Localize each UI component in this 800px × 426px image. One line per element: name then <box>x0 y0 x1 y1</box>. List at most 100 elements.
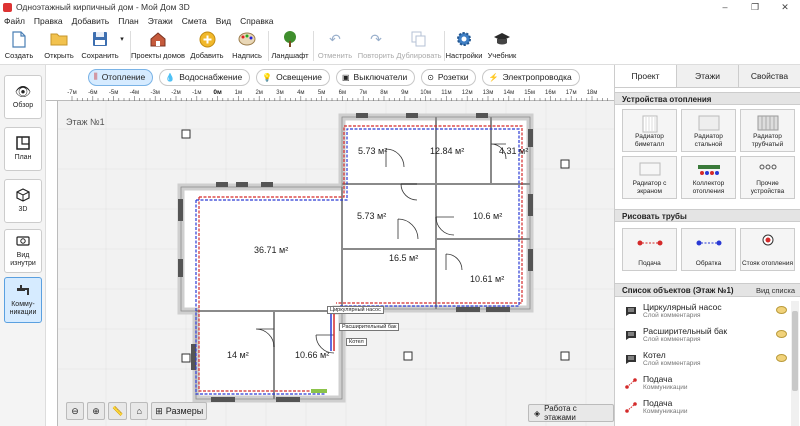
scrollbar-thumb[interactable] <box>792 311 798 391</box>
home-button[interactable]: ⌂ <box>130 402 149 420</box>
list-item[interactable]: Подача Коммуникации <box>619 373 789 395</box>
room-area-label: 10.66 м² <box>295 350 330 360</box>
tab-water-supply[interactable]: 💧 Водоснабжение <box>159 68 251 86</box>
title-bar: Одноэтажный кирпичный дом - Мой Дом 3D –… <box>0 0 800 14</box>
save-button[interactable]: Сохранить <box>80 27 120 65</box>
tab-project[interactable]: Проект <box>615 65 677 87</box>
save-dropdown[interactable]: ▾ <box>118 27 126 65</box>
tab-heating[interactable]: ⫼ Отопление <box>88 68 154 86</box>
plan-canvas[interactable]: -7м -6м -5м -4м -3м -2м -1м 0м 1м 2м 3м 4м 5м 6м 7м 8м 9… <box>46 89 614 426</box>
list-item[interactable]: Подача Коммуникации <box>619 397 789 419</box>
close-button[interactable]: ✕ <box>770 0 800 14</box>
ruler-button[interactable]: 📏 <box>108 402 128 420</box>
supply-pipe-icon <box>625 378 637 389</box>
landscape-button[interactable]: Ландшафт <box>271 27 309 65</box>
boiler-tag[interactable]: Котел <box>346 338 367 346</box>
create-button[interactable]: Создать <box>2 27 36 65</box>
pump-tag[interactable]: Циркулярный насос <box>327 306 384 314</box>
radiator-icon <box>757 115 779 133</box>
tutorial-button[interactable]: Учебник <box>486 27 518 65</box>
water-drop-icon: 💧 <box>165 72 176 82</box>
duplicate-button[interactable]: Дублировать <box>396 27 442 65</box>
menu-bar: Файл Правка Добавить План Этажи Смета Ви… <box>0 14 800 27</box>
zoom-in-button[interactable]: ⊕ <box>87 402 105 420</box>
visibility-eye-icon[interactable] <box>776 306 787 314</box>
radiator-screen-tile[interactable]: Радиатор с экраном <box>622 156 677 199</box>
tab-floors[interactable]: Этажи <box>677 65 739 87</box>
label-button[interactable]: Надпись <box>230 27 264 65</box>
return-pipe-tile[interactable]: Обратка <box>681 228 736 271</box>
tab-properties[interactable]: Свойства <box>739 65 800 87</box>
menu-file[interactable]: Файл <box>4 16 25 26</box>
menu-estimate[interactable]: Смета <box>182 16 207 26</box>
communications-button[interactable]: Комму-никации <box>4 277 42 323</box>
gear-icon <box>454 29 474 49</box>
list-view-toggle[interactable]: Вид списка <box>756 285 795 297</box>
house-icon <box>148 29 168 49</box>
room-area-label: 12.84 м² <box>430 146 465 156</box>
objects-list: Циркулярный насос Слой комментария Расши… <box>619 301 789 426</box>
tab-sockets[interactable]: ⊙ Розетки <box>421 68 477 86</box>
radiator-steel-tile[interactable]: Радиатор стальной <box>681 109 736 152</box>
objects-list-header: Список объектов (Этаж №1) Вид списка <box>615 283 800 297</box>
tab-lighting[interactable]: 💡 Освещение <box>256 68 330 86</box>
new-file-icon <box>9 29 29 49</box>
toolbar-separator <box>313 31 314 61</box>
menu-help[interactable]: Справка <box>240 16 273 26</box>
switch-icon: ▣ <box>341 72 350 82</box>
radiator-bimetal-tile[interactable]: Радиатор биметалл <box>622 109 677 152</box>
zoom-in-icon: ⊕ <box>92 405 100 416</box>
open-button[interactable]: Открыть <box>42 27 76 65</box>
menu-view[interactable]: Вид <box>216 16 231 26</box>
expansion-tank-tag[interactable]: Расширительный бак <box>339 323 400 331</box>
riser-icon <box>762 234 774 250</box>
objects-scrollbar[interactable] <box>791 301 799 426</box>
undo-button[interactable]: ↶ Отменить <box>316 27 354 65</box>
list-item[interactable]: Расширительный бак Слой комментария <box>619 325 789 347</box>
redo-button[interactable]: ↷ Повторить <box>356 27 396 65</box>
list-item[interactable]: Котел Слой комментария <box>619 349 789 371</box>
zoom-out-button[interactable]: ⊖ <box>66 402 84 420</box>
floors-work-button[interactable]: ◈ Работа с этажами <box>528 404 614 422</box>
heating-collector-tile[interactable]: Коллектор отопления <box>681 156 736 199</box>
overview-button[interactable]: 👁 Обзор <box>4 75 42 119</box>
minimize-button[interactable]: – <box>710 0 740 14</box>
camera-icon <box>16 234 30 250</box>
room-area-label: 5.73 м² <box>357 211 387 221</box>
menu-floors[interactable]: Этажи <box>148 16 173 26</box>
collector-icon <box>697 162 721 178</box>
maximize-button[interactable]: ❐ <box>740 0 770 14</box>
cube-icon <box>16 188 30 204</box>
floor-plan[interactable] <box>46 89 614 426</box>
settings-button[interactable]: Настройки <box>446 27 482 65</box>
supply-pipe-tile[interactable]: Подача <box>622 228 677 271</box>
comment-icon <box>626 355 636 364</box>
list-item[interactable]: Циркулярный насос Слой комментария <box>619 301 789 323</box>
menu-plan[interactable]: План <box>118 16 139 26</box>
menu-edit[interactable]: Правка <box>34 16 63 26</box>
tab-wiring[interactable]: ⚡ Электропроводка <box>482 68 580 86</box>
room-area-label: 10.6 м² <box>473 211 503 221</box>
add-button[interactable]: Добавить <box>190 27 224 65</box>
other-devices-tile[interactable]: Прочие устройства <box>740 156 795 199</box>
house-projects-button[interactable]: Проекты домов <box>131 27 185 65</box>
visibility-eye-icon[interactable] <box>776 354 787 362</box>
radiator-tubular-tile[interactable]: Радиатор трубчатый <box>740 109 795 152</box>
tab-switches[interactable]: ▣ Выключатели <box>335 68 416 86</box>
toolbar: Создать Открыть Сохранить ▾ Проекты домо… <box>0 27 800 65</box>
menu-add[interactable]: Добавить <box>72 16 110 26</box>
dots-icon <box>758 162 778 174</box>
view-inside-button[interactable]: Вид изнутри <box>4 229 42 273</box>
lightbulb-icon: 💡 <box>262 72 273 82</box>
window-title: Одноэтажный кирпичный дом - Мой Дом 3D <box>16 2 190 12</box>
supply-pipe-icon <box>625 402 637 413</box>
duplicate-icon <box>409 29 429 49</box>
plan-button[interactable]: План <box>4 127 42 171</box>
view-3d-button[interactable]: 3D <box>4 179 42 223</box>
floppy-icon <box>90 29 110 49</box>
heating-riser-tile[interactable]: Стояк отопления <box>740 228 795 271</box>
sizes-button[interactable]: ⊞ Размеры <box>151 402 208 420</box>
visibility-eye-icon[interactable] <box>776 330 787 338</box>
boiler-block[interactable] <box>311 389 327 393</box>
room-area-label: 4.31 м² <box>499 146 529 156</box>
